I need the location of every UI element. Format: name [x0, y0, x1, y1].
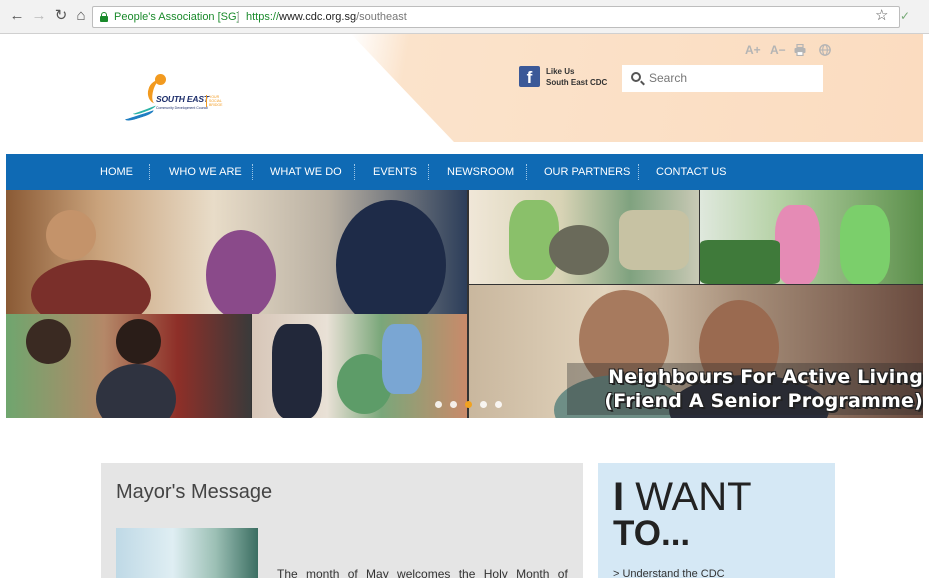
nav-divider — [526, 164, 527, 180]
i-want-heading-bold: I — [613, 475, 625, 519]
logo-tag-line: BRIDGE — [209, 103, 223, 107]
hero-photo — [6, 314, 251, 418]
slider-dot[interactable] — [450, 401, 457, 408]
url-path: /southeast — [356, 11, 407, 23]
facebook-icon[interactable]: f — [519, 66, 540, 87]
web-page: SOUTH EAST Community Development Council… — [6, 34, 923, 578]
nav-events[interactable]: EVENTS — [373, 154, 417, 190]
language-globe-icon[interactable] — [819, 44, 831, 56]
nav-home[interactable]: HOME — [100, 154, 133, 190]
nav-divider — [354, 164, 355, 180]
i-want-heading: I WANT — [613, 477, 752, 517]
hero-photo — [700, 190, 923, 284]
i-want-to-panel: I WANT TO... > Understand the CDC — [598, 463, 835, 578]
slider-dot-active[interactable] — [465, 401, 472, 408]
reload-icon[interactable]: ↻ — [53, 8, 69, 24]
nav-divider — [252, 164, 253, 180]
hero-caption-line2: (Friend A Senior Programme) — [604, 390, 923, 412]
search-icon[interactable] — [631, 72, 641, 82]
main-navigation: HOME WHO WE ARE WHAT WE DO EVENTS NEWSRO… — [6, 154, 923, 190]
slider-dot[interactable] — [435, 401, 442, 408]
i-want-heading-to: TO... — [613, 514, 691, 553]
logo-subtitle: Community Development Council — [156, 106, 208, 110]
nav-divider — [428, 164, 429, 180]
slider-dot[interactable] — [480, 401, 487, 408]
nav-contact-us[interactable]: CONTACT US — [656, 154, 727, 190]
facebook-page-name: South East CDC — [546, 78, 608, 87]
nav-who-we-are[interactable]: WHO WE ARE — [169, 154, 242, 190]
browser-toolbar: ← → ↻ ⌂ People's Association [SG] https:… — [0, 0, 929, 34]
hero-slider[interactable]: Neighbours For Active Living (Friend A S… — [6, 190, 923, 418]
font-increase-button[interactable]: A+ — [745, 43, 761, 57]
lock-icon — [100, 12, 108, 22]
address-bar[interactable]: People's Association [SG] https://www.cd… — [92, 6, 900, 28]
url-scheme: https:// — [246, 11, 280, 23]
i-want-heading-rest: WANT — [624, 475, 752, 519]
search-input[interactable] — [649, 69, 814, 87]
home-icon[interactable]: ⌂ — [73, 8, 89, 24]
hero-caption-line1: Neighbours For Active Living — [608, 366, 923, 388]
cdc-logo[interactable]: SOUTH EAST Community Development Council… — [118, 66, 238, 126]
facebook-like-link[interactable]: Like Us South East CDC — [546, 66, 607, 88]
forward-icon[interactable]: → — [31, 8, 47, 24]
facebook-like-label: Like Us — [546, 67, 575, 76]
star-icon[interactable]: ☆ — [875, 8, 888, 24]
mayor-message-panel: Mayor's Message The month of May welcome… — [101, 463, 583, 578]
nav-our-partners[interactable]: OUR PARTNERS — [544, 154, 630, 190]
logo-tagline: YOUR SOCIAL BRIDGE — [206, 95, 222, 107]
url-host: www.cdc.org.sg — [279, 11, 357, 23]
logo-name: SOUTH EAST — [156, 94, 209, 104]
extension-icon[interactable]: ✓ — [900, 8, 910, 24]
url-text: https://www.cdc.org.sg/southeast — [246, 7, 407, 27]
site-identity: People's Association [SG] — [114, 11, 240, 23]
nav-newsroom[interactable]: NEWSROOM — [447, 154, 514, 190]
address-divider — [238, 11, 239, 23]
understand-cdc-link[interactable]: > Understand the CDC — [613, 568, 725, 578]
hero-photo — [469, 190, 699, 284]
nav-what-we-do[interactable]: WHAT WE DO — [270, 154, 342, 190]
logo-sun — [155, 74, 166, 85]
mayor-message-title: Mayor's Message — [116, 481, 273, 503]
font-decrease-button[interactable]: A− — [770, 43, 786, 57]
mayor-message-text: The month of May welcomes the Holy Month… — [277, 567, 568, 578]
nav-divider — [149, 164, 150, 180]
hero-caption[interactable]: Neighbours For Active Living (Friend A S… — [567, 363, 923, 415]
hero-photo — [6, 190, 467, 314]
slider-dot[interactable] — [495, 401, 502, 408]
print-icon[interactable] — [794, 44, 806, 56]
mayor-photo — [116, 528, 258, 578]
search-box[interactable] — [622, 65, 823, 92]
back-icon[interactable]: ← — [9, 8, 25, 24]
site-header: SOUTH EAST Community Development Council… — [6, 34, 923, 154]
nav-divider — [638, 164, 639, 180]
